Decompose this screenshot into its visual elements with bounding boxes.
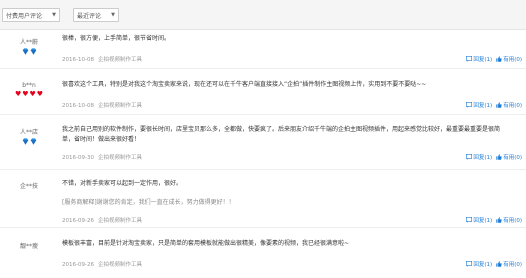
review-meta: 2016-09-26 企拍视频制作工具 bbox=[62, 260, 142, 268]
comment-icon bbox=[466, 154, 473, 160]
review-source: 企拍视频制作工具 bbox=[97, 155, 142, 161]
useful-label: 有用(0) bbox=[503, 262, 522, 268]
seller-rank: ♥ ♥ ♥ ♥ bbox=[0, 91, 58, 98]
chevron-down-icon: ▼ bbox=[52, 12, 56, 18]
review-text: 模板很丰富，目前是针对淘宝卖家，只是简单的套用模板就能做出很精美，像要素的视频，… bbox=[62, 240, 350, 247]
comment-icon bbox=[466, 217, 473, 223]
reviewer-name: 企**技 bbox=[19, 183, 38, 190]
useful-label: 有用(0) bbox=[503, 218, 522, 224]
heart-icon: ♥ bbox=[14, 90, 22, 98]
sort-select-value: 最近评论 bbox=[77, 12, 102, 20]
reply-label: 回复(1) bbox=[473, 155, 493, 161]
reviewer: 企**技 bbox=[0, 181, 58, 190]
review-type-select-value: 付费用户评论 bbox=[6, 12, 43, 20]
heart-icon: ♥ bbox=[36, 90, 44, 98]
diamond-icon bbox=[30, 48, 36, 55]
review-actions: 回复(1) 有用(0) bbox=[466, 260, 522, 268]
useful-label: 有用(0) bbox=[503, 155, 522, 161]
review-text: 我之前自己用别的软件制作，要很长时间，店里宝贝那么多，全都做，快要疯了。后来朋友… bbox=[62, 126, 501, 143]
review-item: 企**技 不错，对新手卖家可以起到一定作用，很好。 [服务商解释]谢谢您的肯定，… bbox=[0, 170, 526, 228]
review-date: 2016-10-08 bbox=[62, 103, 94, 109]
review-item: 人**店 我之前自己用别的软件制作，要很长时间，店里宝贝那么多，全都做，快要疯了… bbox=[0, 115, 526, 170]
comment-icon bbox=[466, 261, 473, 267]
review-date: 2016-09-26 bbox=[62, 262, 94, 268]
reviewer-name: 靓**瘦 bbox=[19, 243, 38, 250]
review-item: 人**蔚 很棒，很方便，上手简单，很节省时间。 2016-10-08 企拍视频制作… bbox=[0, 30, 526, 69]
sort-select[interactable]: 最近评论 ▼ bbox=[73, 8, 119, 22]
reply-label: 回复(1) bbox=[473, 103, 493, 109]
reviewer: 人**蔚 bbox=[0, 37, 58, 55]
seller-rank bbox=[0, 48, 58, 55]
seller-rank bbox=[0, 138, 58, 145]
reply-button[interactable]: 回复(1) bbox=[466, 55, 492, 63]
useful-button[interactable]: 有用(0) bbox=[496, 260, 522, 268]
useful-button[interactable]: 有用(0) bbox=[496, 101, 522, 109]
diamond-icon bbox=[22, 48, 28, 55]
heart-icon: ♥ bbox=[29, 90, 36, 98]
useful-button[interactable]: 有用(0) bbox=[496, 216, 522, 224]
review-date: 2016-09-30 bbox=[62, 155, 94, 161]
review-item: 靓**瘦 模板很丰富，目前是针对淘宝卖家，只是简单的套用模板就能做出很精美，像要… bbox=[0, 228, 526, 278]
review-source: 企拍视频制作工具 bbox=[97, 218, 142, 224]
diamond-icon bbox=[30, 138, 36, 145]
review-date: 2016-10-08 bbox=[62, 57, 94, 63]
comment-icon bbox=[466, 56, 473, 62]
thumbs-up-icon bbox=[496, 217, 502, 223]
useful-label: 有用(0) bbox=[503, 103, 522, 109]
review-date: 2016-09-26 bbox=[62, 218, 94, 224]
reply-label: 回复(1) bbox=[473, 218, 493, 224]
reply-button[interactable]: 回复(1) bbox=[466, 216, 492, 224]
filter-toolbar: 付费用户评论 ▼ 最近评论 ▼ bbox=[0, 0, 526, 30]
review-text: 很棒，很方便，上手简单，很节省时间。 bbox=[62, 35, 171, 42]
chevron-down-icon: ▼ bbox=[111, 12, 115, 18]
reply-button[interactable]: 回复(1) bbox=[466, 260, 492, 268]
seller-reply: [服务商解释]谢谢您的肯定，我们一直在成长，努力做得更好！！ bbox=[62, 199, 235, 206]
review-meta: 2016-10-08 企拍视频制作工具 bbox=[62, 55, 142, 63]
review-item: b**n ♥ ♥ ♥ ♥ 很喜欢这个工具，特别是对我这个淘宝卖家来说，现在还可以… bbox=[0, 69, 526, 115]
reviewer: 人**店 bbox=[0, 127, 58, 145]
review-type-select[interactable]: 付费用户评论 ▼ bbox=[2, 8, 60, 22]
thumbs-up-icon bbox=[496, 261, 502, 267]
review-meta: 2016-09-26 企拍视频制作工具 bbox=[62, 216, 142, 224]
reviewer-name: b**n bbox=[22, 82, 36, 89]
reviewer-name: 人**店 bbox=[19, 129, 38, 136]
thumbs-up-icon bbox=[496, 102, 502, 108]
comment-icon bbox=[466, 102, 473, 108]
reply-label: 回复(1) bbox=[473, 57, 493, 63]
review-source: 企拍视频制作工具 bbox=[97, 57, 142, 63]
reviewer-name: 人**蔚 bbox=[19, 39, 38, 46]
useful-label: 有用(0) bbox=[503, 57, 522, 63]
thumbs-up-icon bbox=[496, 56, 502, 62]
review-meta: 2016-09-30 企拍视频制作工具 bbox=[62, 153, 142, 161]
diamond-icon bbox=[22, 138, 28, 145]
review-actions: 回复(1) 有用(0) bbox=[466, 216, 522, 224]
thumbs-up-icon bbox=[496, 154, 502, 160]
heart-icon: ♥ bbox=[22, 90, 29, 98]
reply-button[interactable]: 回复(1) bbox=[466, 101, 492, 109]
useful-button[interactable]: 有用(0) bbox=[496, 153, 522, 161]
review-source: 企拍视频制作工具 bbox=[97, 262, 142, 268]
review-actions: 回复(1) 有用(0) bbox=[466, 101, 522, 109]
reviewer: 靓**瘦 bbox=[0, 241, 58, 250]
review-text: 不错，对新手卖家可以起到一定作用，很好。 bbox=[62, 180, 183, 187]
review-actions: 回复(1) 有用(0) bbox=[466, 55, 522, 63]
review-meta: 2016-10-08 企拍视频制作工具 bbox=[62, 101, 142, 109]
review-actions: 回复(1) 有用(0) bbox=[466, 153, 522, 161]
reply-label: 回复(1) bbox=[473, 262, 493, 268]
review-source: 企拍视频制作工具 bbox=[97, 103, 142, 109]
review-text: 很喜欢这个工具，特别是对我这个淘宝卖家来说，现在还可以在千牛客户端直接接入“企拍… bbox=[62, 81, 427, 88]
reply-button[interactable]: 回复(1) bbox=[466, 153, 492, 161]
reviewer: b**n ♥ ♥ ♥ ♥ bbox=[0, 82, 58, 98]
useful-button[interactable]: 有用(0) bbox=[496, 55, 522, 63]
